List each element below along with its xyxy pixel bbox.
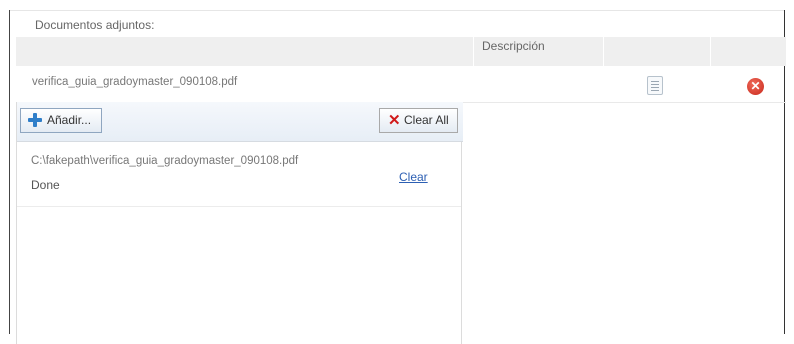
file-uploader: Añadir... ✕ Clear All C:\fakepath\verifi… bbox=[16, 102, 463, 344]
table-header: Descripción bbox=[16, 37, 786, 66]
clear-upload-link[interactable]: Clear bbox=[399, 170, 428, 184]
attachment-file-name[interactable]: verifica_guia_gradoymaster_090108.pdf bbox=[32, 76, 237, 88]
clear-all-label: Clear All bbox=[404, 113, 449, 127]
delete-x-icon[interactable]: ✕ bbox=[747, 78, 764, 95]
upload-queue-item: C:\fakepath\verifica_guia_gradoymaster_0… bbox=[17, 142, 461, 207]
header-cell-delete bbox=[711, 37, 786, 66]
header-cell-file bbox=[16, 37, 474, 66]
clear-all-button[interactable]: ✕ Clear All bbox=[379, 108, 458, 133]
attachments-panel: Documentos adjuntos: Descripción verific… bbox=[9, 10, 786, 344]
add-file-label: Añadir... bbox=[47, 113, 92, 127]
document-view-icon[interactable] bbox=[647, 76, 663, 95]
plus-icon bbox=[28, 113, 42, 127]
header-cell-view bbox=[604, 37, 711, 66]
uploader-toolbar: Añadir... ✕ Clear All bbox=[17, 102, 463, 142]
section-title: Documentos adjuntos: bbox=[35, 18, 155, 32]
add-file-button[interactable]: Añadir... bbox=[20, 108, 102, 133]
top-divider bbox=[10, 10, 784, 11]
header-cell-description: Descripción bbox=[474, 37, 604, 66]
table-row: verifica_guia_gradoymaster_090108.pdf ✕ bbox=[16, 68, 786, 103]
upload-status: Done bbox=[31, 178, 60, 192]
upload-file-path: C:\fakepath\verifica_guia_gradoymaster_0… bbox=[31, 155, 299, 167]
x-icon: ✕ bbox=[388, 112, 401, 129]
